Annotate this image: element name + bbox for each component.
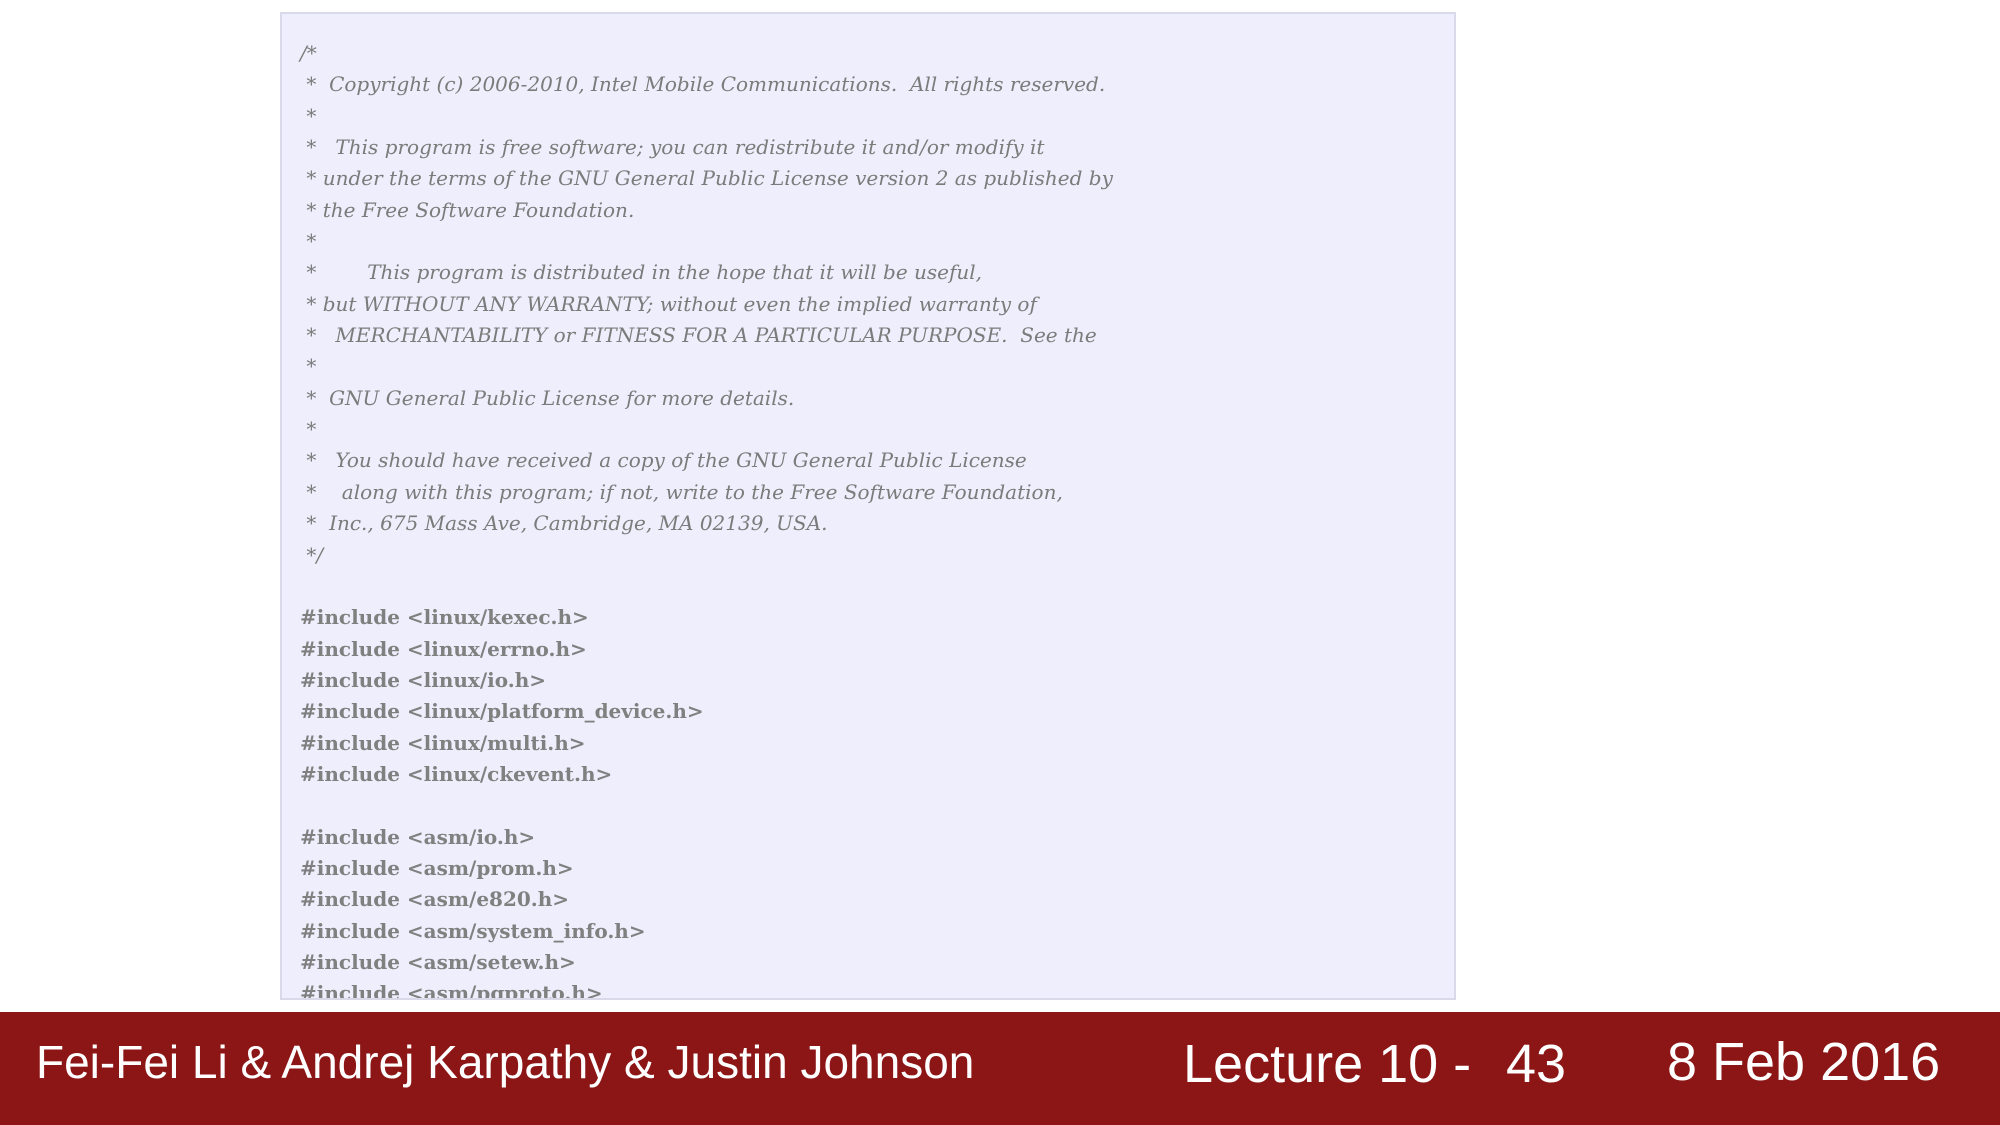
code-line: #include <linux/kexec.h> [300, 605, 589, 630]
code-line: * This program is free software; you can… [300, 135, 1045, 160]
code-line: * but WITHOUT ANY WARRANTY; without even… [300, 291, 1037, 316]
code-line: * along with this program; if not, write… [300, 479, 1063, 504]
code-line: #include <linux/io.h> [300, 667, 546, 692]
code-block: /* * Copyright (c) 2006-2010, Intel Mobi… [300, 38, 1113, 1000]
code-line: */ [300, 542, 324, 567]
code-line: * GNU General Public License for more de… [300, 385, 795, 410]
code-line: #include <asm/pgproto.h> [300, 981, 603, 1000]
code-line: #include <linux/ckevent.h> [300, 761, 613, 786]
code-panel: /* * Copyright (c) 2006-2010, Intel Mobi… [280, 12, 1456, 1000]
slide: /* * Copyright (c) 2006-2010, Intel Mobi… [0, 0, 2000, 1125]
code-line: * Inc., 675 Mass Ave, Cambridge, MA 0213… [300, 511, 828, 536]
code-line: /* [300, 41, 317, 65]
footer-date: 8 Feb 2016 [1667, 1032, 1941, 1092]
code-line: * Copyright (c) 2006-2010, Intel Mobile … [300, 72, 1106, 97]
code-line: #include <asm/e820.h> [300, 887, 570, 912]
code-line: #include <asm/prom.h> [300, 855, 574, 880]
code-line: * MERCHANTABILITY or FITNESS FOR A PARTI… [300, 323, 1097, 348]
code-line: * This program is distributed in the hop… [300, 260, 983, 285]
code-line: #include <asm/io.h> [300, 824, 536, 849]
code-line: #include <asm/system_info.h> [300, 918, 646, 943]
code-line: * [300, 229, 317, 254]
code-line: * [300, 103, 317, 128]
code-line: #include <linux/platform_device.h> [300, 699, 704, 724]
code-line: * [300, 354, 317, 379]
code-line: * [300, 417, 317, 442]
code-line: * You should have received a copy of the… [300, 448, 1027, 473]
code-line: * the Free Software Foundation. [300, 197, 635, 222]
footer-page-number: 43 [1506, 1034, 1567, 1094]
footer-bar: Fei-Fei Li & Andrej Karpathy & Justin Jo… [0, 1012, 2000, 1125]
code-line: #include <linux/errno.h> [300, 636, 587, 661]
footer-authors: Fei-Fei Li & Andrej Karpathy & Justin Jo… [36, 1036, 975, 1088]
code-line: #include <asm/setew.h> [300, 949, 576, 974]
code-line: * under the terms of the GNU General Pub… [300, 166, 1113, 191]
code-line: #include <linux/multi.h> [300, 730, 586, 755]
footer-lecture-label: Lecture 10 - [1183, 1034, 1472, 1094]
